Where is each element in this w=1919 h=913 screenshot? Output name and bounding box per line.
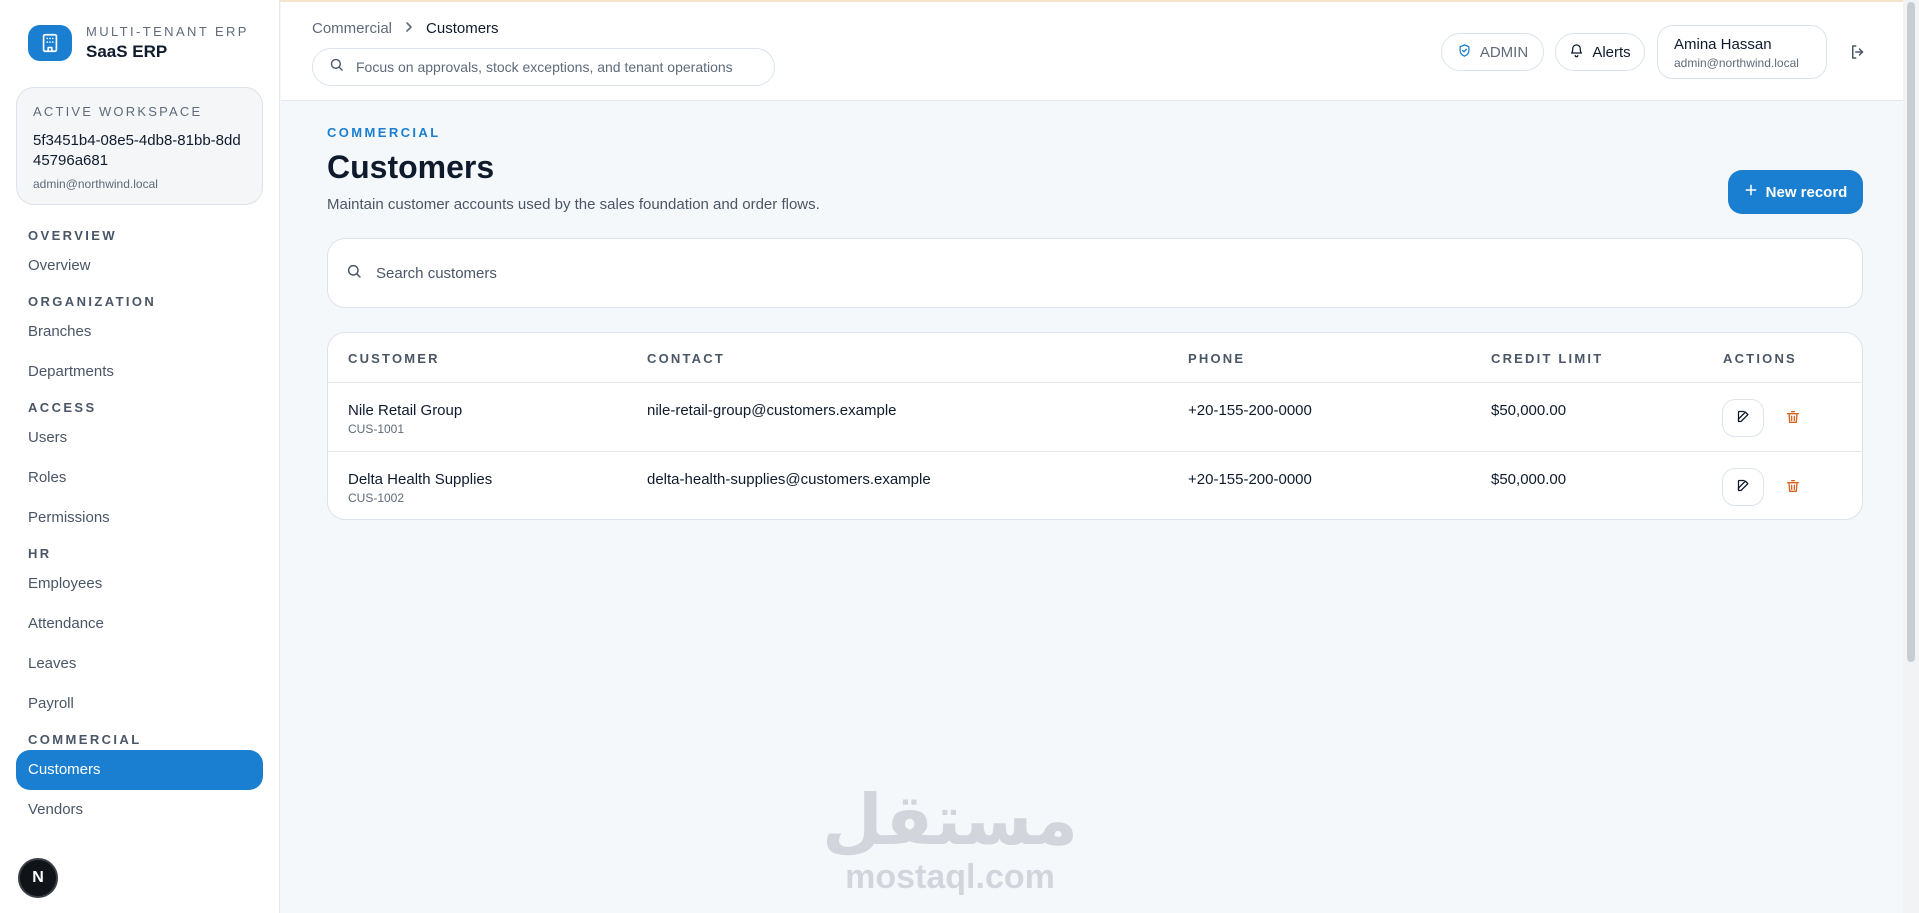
contact-cell: delta-health-supplies@customers.example [647,471,931,488]
edit-icon [1736,478,1751,496]
delete-button[interactable] [1776,468,1810,506]
search-icon [346,263,362,284]
nav-section-hr: HR [28,546,52,561]
brand-name: SaaS ERP [86,42,168,61]
column-header-actions: ACTIONS [1723,351,1797,366]
sidebar-item-roles[interactable]: Roles [16,458,263,498]
customer-cell: Nile Retail Group CUS-1001 [348,402,462,436]
page-title: Customers [327,149,495,185]
trash-icon [1785,409,1801,428]
column-header-phone: PHONE [1188,351,1246,366]
sidebar: MULTI-TENANT ERP SaaS ERP ACTIVE WORKSPA… [0,0,280,913]
new-record-label: New record [1765,183,1848,201]
sidebar-item-branches[interactable]: Branches [16,312,263,352]
sidebar-item-users[interactable]: Users [16,418,263,458]
customer-search-input[interactable] [376,264,1776,282]
shield-check-icon [1457,43,1472,62]
brand[interactable]: MULTI-TENANT ERP SaaS ERP [28,24,249,62]
nav-section-access: ACCESS [28,400,97,415]
edit-icon [1736,409,1751,427]
workspace-id: 5f3451b4-08e5-4db8-81bb-8dd45796a681 [33,132,241,169]
table-row[interactable]: Nile Retail Group CUS-1001 nile-retail-g… [328,383,1862,452]
page-kicker: COMMERCIAL [327,125,441,140]
sidebar-item-customers[interactable]: Customers [16,750,263,790]
sidebar-item-leaves[interactable]: Leaves [16,644,263,684]
column-header-customer: CUSTOMER [348,351,440,366]
watermark-arabic: مستقل [821,779,1078,861]
sidebar-item-employees[interactable]: Employees [16,564,263,604]
watermark-latin: mostaql.com [845,858,1055,896]
sidebar-item-payroll[interactable]: Payroll [16,684,263,724]
sidebar-item-overview[interactable]: Overview [16,246,263,286]
user-name: Amina Hassan [1674,36,1772,53]
credit-limit-cell: $50,000.00 [1491,402,1567,419]
bell-icon [1569,43,1584,62]
sidebar-item-attendance[interactable]: Attendance [16,604,263,644]
nav-section-organization: ORGANIZATION [28,294,157,309]
active-workspace-card[interactable]: ACTIVE WORKSPACE 5f3451b4-08e5-4db8-81bb… [16,87,263,205]
credit-limit-cell: $50,000.00 [1491,471,1567,488]
role-badge[interactable]: ADMIN [1441,33,1544,71]
logout-icon[interactable] [1849,43,1867,66]
customers-table: CUSTOMER CONTACT PHONE CREDIT LIMIT ACTI… [327,332,1863,520]
customer-search-field[interactable] [327,238,1863,308]
top-header: Commercial Customers ADMIN Alerts Amina … [281,2,1903,101]
watermark: مستقل mostaql.com [800,780,1100,894]
role-label: ADMIN [1479,43,1529,61]
building-icon [28,25,72,61]
breadcrumb-current: Customers [426,20,499,37]
focus-search-field[interactable] [312,48,775,86]
phone-cell: +20-155-200-0000 [1188,402,1312,419]
brand-kicker: MULTI-TENANT ERP [86,24,249,39]
nav-section-overview: OVERVIEW [28,228,118,243]
nav-section-commercial: COMMERCIAL [28,732,142,747]
framework-badge[interactable]: N [18,858,58,898]
chevron-right-icon [404,20,414,37]
user-email: admin@northwind.local [1674,56,1799,70]
page-scrollbar[interactable] [1903,0,1919,913]
breadcrumb: Commercial Customers [312,20,499,37]
contact-cell: nile-retail-group@customers.example [647,402,897,419]
edit-button[interactable] [1722,399,1764,437]
delete-button[interactable] [1776,399,1810,437]
customer-name: Delta Health Supplies [348,471,493,488]
column-header-contact: CONTACT [647,351,725,366]
scrollbar-thumb[interactable] [1907,2,1915,662]
trash-icon [1785,478,1801,497]
sidebar-nav: OVERVIEW Overview ORGANIZATION Branches … [16,226,263,830]
workspace-kicker: ACTIVE WORKSPACE [33,104,203,119]
table-row[interactable]: Delta Health Supplies CUS-1002 delta-hea… [328,452,1862,519]
phone-cell: +20-155-200-0000 [1188,471,1312,488]
edit-button[interactable] [1722,468,1764,506]
sidebar-item-permissions[interactable]: Permissions [16,498,263,538]
sidebar-item-departments[interactable]: Departments [16,352,263,392]
sidebar-item-vendors[interactable]: Vendors [16,790,263,830]
new-record-button[interactable]: New record [1728,170,1863,214]
column-header-credit-limit: CREDIT LIMIT [1491,351,1604,366]
customer-code: CUS-1002 [348,491,405,505]
workspace-email: admin@northwind.local [33,177,158,191]
alerts-button[interactable]: Alerts [1555,33,1645,71]
breadcrumb-parent[interactable]: Commercial [312,20,392,37]
user-menu[interactable]: Amina Hassan admin@northwind.local [1657,25,1827,79]
page-subtitle: Maintain customer accounts used by the s… [327,196,820,213]
customer-code: CUS-1001 [348,422,405,436]
search-icon [329,57,344,77]
alerts-label: Alerts [1592,43,1631,61]
focus-search-input[interactable] [356,59,774,75]
customer-name: Nile Retail Group [348,402,463,419]
plus-icon [1744,183,1758,201]
customer-cell: Delta Health Supplies CUS-1002 [348,471,492,505]
table-header: CUSTOMER CONTACT PHONE CREDIT LIMIT ACTI… [328,333,1862,383]
